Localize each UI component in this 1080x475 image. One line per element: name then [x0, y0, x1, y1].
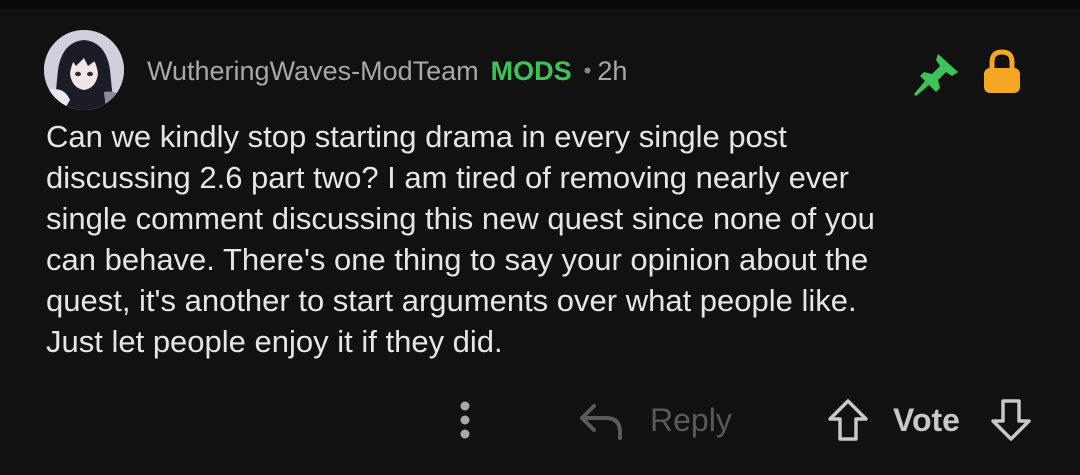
comment-body-line: quest, it's another to start arguments o…: [46, 283, 857, 318]
reply-button[interactable]: Reply: [576, 395, 732, 445]
downvote-arrow-icon[interactable]: [989, 397, 1033, 443]
comment-meta: WutheringWaves-ModTeam MODS • 2h: [147, 52, 627, 90]
reply-label: Reply: [650, 401, 732, 438]
reply-arrow-icon: [580, 404, 622, 440]
comment-timestamp: 2h: [597, 55, 628, 86]
more-vertical-icon[interactable]: [450, 398, 480, 442]
upvote-arrow-icon[interactable]: [826, 397, 870, 443]
comment-body-line: can behave. There's one thing to say you…: [46, 242, 869, 277]
comment-card: WutheringWaves-ModTeam MODS • 2h Can we …: [0, 0, 1080, 475]
comment-body-line: discussing 2.6 part two? I am tired of r…: [46, 160, 849, 195]
mods-badge: MODS: [490, 55, 572, 86]
comment-body-line: Just let people enjoy it if they did.: [46, 324, 503, 359]
username-link[interactable]: WutheringWaves-ModTeam: [147, 56, 479, 87]
avatar-image: [44, 30, 124, 110]
pin-icon: [914, 54, 958, 96]
comment-body: Can we kindly stop starting drama in eve…: [46, 116, 1046, 362]
avatar[interactable]: [44, 30, 124, 110]
comment-body-line: single comment discussing this new quest…: [46, 201, 875, 236]
comment-body-line: Can we kindly stop starting drama in eve…: [46, 119, 787, 154]
meta-separator: •: [583, 58, 592, 83]
lock-icon: [984, 49, 1020, 93]
vote-label: Vote: [893, 402, 960, 438]
